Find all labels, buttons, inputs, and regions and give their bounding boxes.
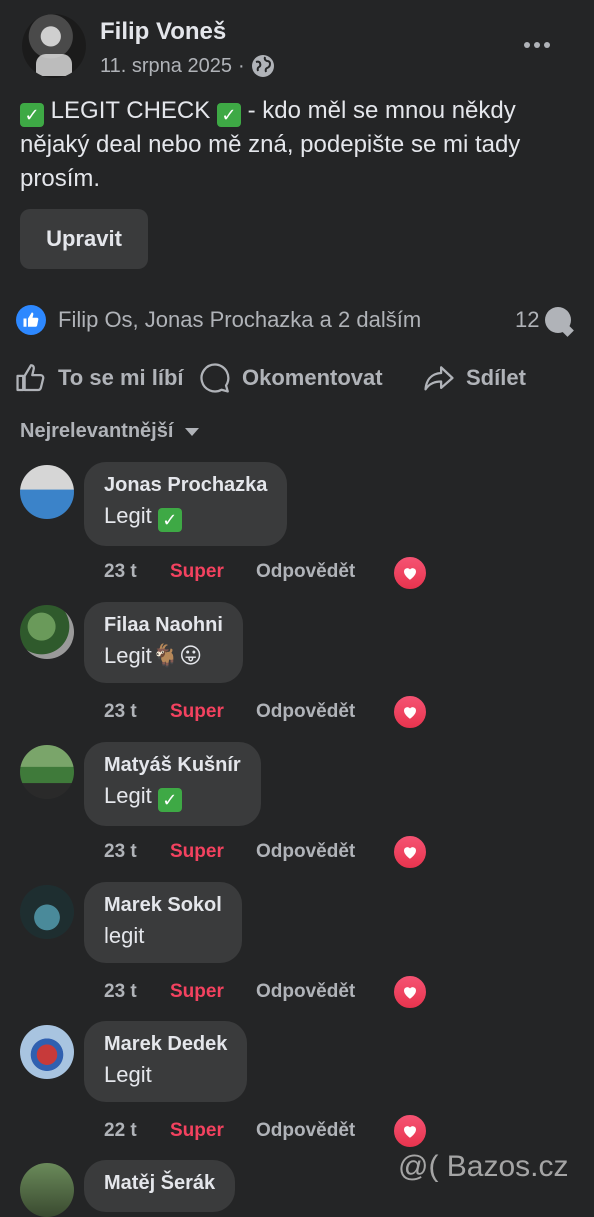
goat-emoji-icon: 🐐	[151, 643, 180, 668]
comment-text: Legit	[104, 1062, 152, 1087]
heart-reaction-icon[interactable]	[392, 974, 428, 1010]
commenter-name[interactable]: Matyáš Kušnír	[104, 754, 241, 777]
super-reaction-button[interactable]: Super	[170, 561, 256, 583]
comment-footer: 23 t Super Odpovědět	[104, 561, 355, 583]
comment-footer: 22 t Super Odpovědět	[104, 1120, 355, 1142]
like-reaction-icon[interactable]	[16, 305, 46, 335]
commenter-avatar[interactable]	[20, 605, 74, 659]
check-mark-icon: ✓	[20, 103, 44, 127]
super-reaction-button[interactable]: Super	[170, 841, 256, 863]
post-date[interactable]: 11. srpna 2025	[100, 55, 232, 78]
comment-button[interactable]: Okomentovat	[198, 358, 383, 398]
reply-button[interactable]: Odpovědět	[256, 981, 355, 1003]
comment-time[interactable]: 23 t	[104, 981, 170, 1003]
comment-bubble: Matěj Šerák	[84, 1160, 236, 1212]
commenter-name[interactable]: Matěj Šerák	[104, 1172, 215, 1195]
sort-label: Nejrelevantnější	[20, 420, 174, 442]
commenter-avatar[interactable]	[20, 745, 74, 799]
comment-text: Legit ✓	[104, 783, 241, 812]
check-mark-icon: ✓	[157, 508, 182, 532]
globe-icon	[251, 55, 274, 77]
comment-footer: 23 t Super Odpovědět	[104, 701, 355, 723]
like-label: To se mi líbí	[58, 365, 184, 390]
super-reaction-button[interactable]: Super	[170, 1120, 256, 1142]
comment-time[interactable]: 23 t	[104, 561, 170, 583]
super-reaction-button[interactable]: Super	[170, 701, 256, 723]
comment-bubble-icon	[545, 307, 572, 333]
comment-bubble: Marek Sokol legit	[84, 882, 242, 963]
reply-button[interactable]: Odpovědět	[256, 1120, 355, 1142]
comment-bubble: Matyáš Kušnír Legit ✓	[84, 742, 261, 826]
thumbs-up-icon	[16, 364, 45, 392]
post-text: ✓ LEGIT CHECK ✓ - kdo měl se mnou někdy …	[20, 94, 570, 196]
more-options-icon[interactable]	[522, 30, 552, 60]
edit-button[interactable]: Upravit	[20, 209, 148, 269]
heart-reaction-icon[interactable]	[392, 1113, 428, 1149]
reply-button[interactable]: Odpovědět	[256, 701, 355, 723]
check-mark-icon: ✓	[216, 103, 241, 127]
commenter-avatar[interactable]	[20, 885, 74, 939]
comment-text: legit	[104, 923, 145, 948]
meta-separator: ·	[237, 54, 245, 77]
comment-text: Legit ✓	[104, 503, 267, 532]
share-icon	[424, 366, 454, 391]
comment-count[interactable]: 12	[515, 307, 572, 333]
comment-time[interactable]: 23 t	[104, 701, 170, 723]
commenter-name[interactable]: Jonas Prochazka	[104, 474, 267, 497]
comment-count-value: 12	[515, 307, 540, 332]
commenter-name[interactable]: Filaa Naohni	[104, 614, 223, 637]
comment-footer: 23 t Super Odpovědět	[104, 981, 355, 1003]
check-mark-icon: ✓	[157, 788, 182, 812]
commenter-avatar[interactable]	[20, 1163, 74, 1217]
super-reaction-button[interactable]: Super	[170, 981, 256, 1003]
share-label: Sdílet	[466, 365, 526, 390]
bazos-watermark: @( Bazos.cz	[398, 1150, 569, 1183]
post-text-title: LEGIT CHECK	[50, 97, 211, 124]
heart-reaction-icon[interactable]	[392, 555, 428, 591]
comment-time[interactable]: 22 t	[104, 1120, 170, 1142]
tongue-face-emoji-icon: 😛	[179, 643, 203, 668]
author-avatar[interactable]	[22, 14, 86, 78]
commenter-avatar[interactable]	[20, 465, 74, 519]
comment-time[interactable]: 23 t	[104, 841, 170, 863]
comment-text: Legit🐐😛	[104, 643, 203, 668]
heart-reaction-icon[interactable]	[392, 834, 428, 870]
reply-button[interactable]: Odpovědět	[256, 561, 355, 583]
comment-footer: 23 t Super Odpovědět	[104, 841, 355, 863]
comment-bubble: Jonas Prochazka Legit ✓	[84, 462, 288, 546]
post-meta: 11. srpna 2025 ·	[100, 54, 275, 78]
share-button[interactable]: Sdílet	[422, 358, 526, 398]
post-author-name[interactable]: Filip Voneš	[100, 18, 226, 46]
comment-bubble: Filaa Naohni Legit🐐😛	[84, 602, 243, 683]
commenter-name[interactable]: Marek Dedek	[104, 1033, 227, 1056]
commenter-avatar[interactable]	[20, 1025, 74, 1079]
comment-bubble: Marek Dedek Legit	[84, 1021, 248, 1102]
chevron-down-icon	[185, 427, 200, 436]
heart-reaction-icon[interactable]	[392, 694, 428, 730]
reply-button[interactable]: Odpovědět	[256, 841, 355, 863]
comment-label: Okomentovat	[242, 365, 383, 390]
like-button[interactable]: To se mi líbí	[14, 358, 184, 398]
comment-icon	[200, 363, 230, 393]
comment-sort-dropdown[interactable]: Nejrelevantnější	[20, 420, 200, 443]
commenter-name[interactable]: Marek Sokol	[104, 894, 222, 917]
reactions-summary[interactable]: Filip Os, Jonas Prochazka a 2 dalším	[58, 307, 421, 333]
